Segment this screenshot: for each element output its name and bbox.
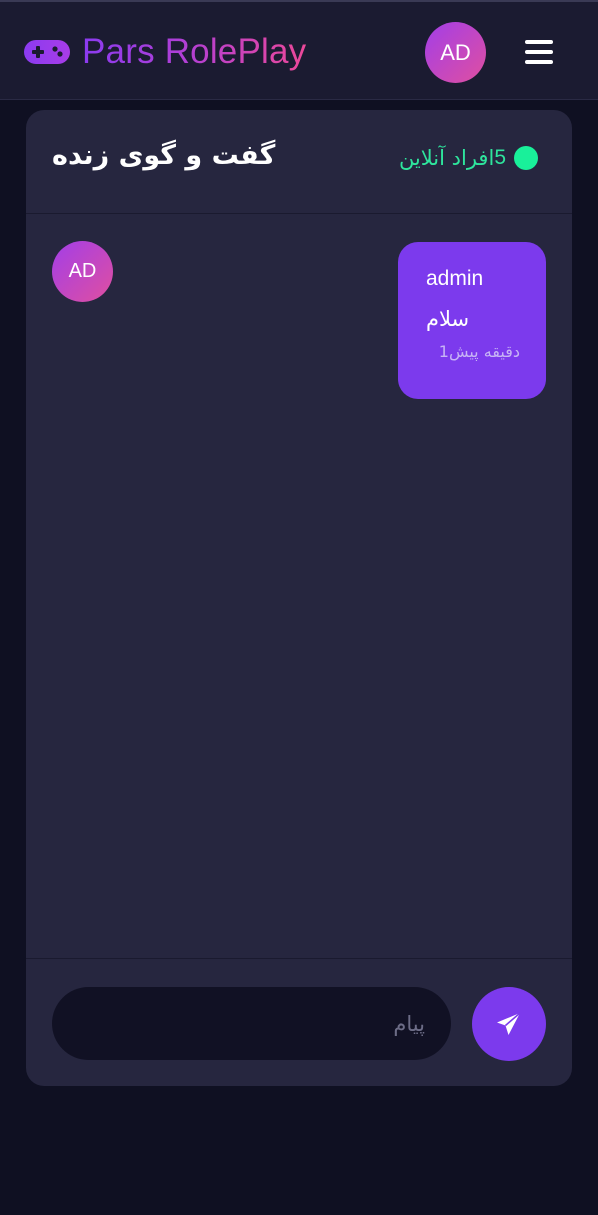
user-avatar-initials: AD bbox=[440, 39, 471, 65]
live-chat-card: گفت و گوی زنده افراد آنلاین 5 AD admin س… bbox=[26, 110, 572, 1086]
online-dot-icon bbox=[514, 146, 538, 170]
top-navbar: Pars RolePlay AD bbox=[0, 0, 598, 100]
send-button[interactable] bbox=[472, 987, 546, 1061]
message-timestamp: دقیقه پیش1 bbox=[438, 342, 520, 361]
chat-header: گفت و گوی زنده افراد آنلاین 5 bbox=[26, 110, 572, 214]
user-avatar[interactable]: AD bbox=[425, 22, 486, 83]
paper-plane-icon bbox=[497, 1012, 521, 1035]
brand-name: Pars RolePlay bbox=[82, 32, 307, 71]
message-avatar[interactable]: AD bbox=[52, 241, 113, 302]
message-bubble: admin سلام دقیقه پیش1 bbox=[398, 242, 546, 399]
gamepad-icon bbox=[24, 38, 70, 66]
chat-title: گفت و گوی زنده bbox=[52, 140, 276, 171]
message-text: سلام bbox=[426, 307, 470, 331]
online-label: افراد آنلاین bbox=[398, 146, 495, 170]
message-composer bbox=[26, 958, 572, 1086]
online-count: 5 bbox=[494, 146, 506, 169]
menu-button[interactable] bbox=[520, 36, 558, 68]
brand-link[interactable]: Pars RolePlay bbox=[24, 28, 306, 76]
message-avatar-initials: AD bbox=[68, 260, 97, 282]
online-status: افراد آنلاین 5 bbox=[399, 146, 546, 170]
message-input[interactable] bbox=[52, 987, 451, 1060]
message-list[interactable]: AD admin سلام دقیقه پیش1 bbox=[26, 214, 572, 958]
message-author: admin bbox=[426, 267, 484, 290]
hamburger-menu-icon bbox=[525, 40, 553, 64]
